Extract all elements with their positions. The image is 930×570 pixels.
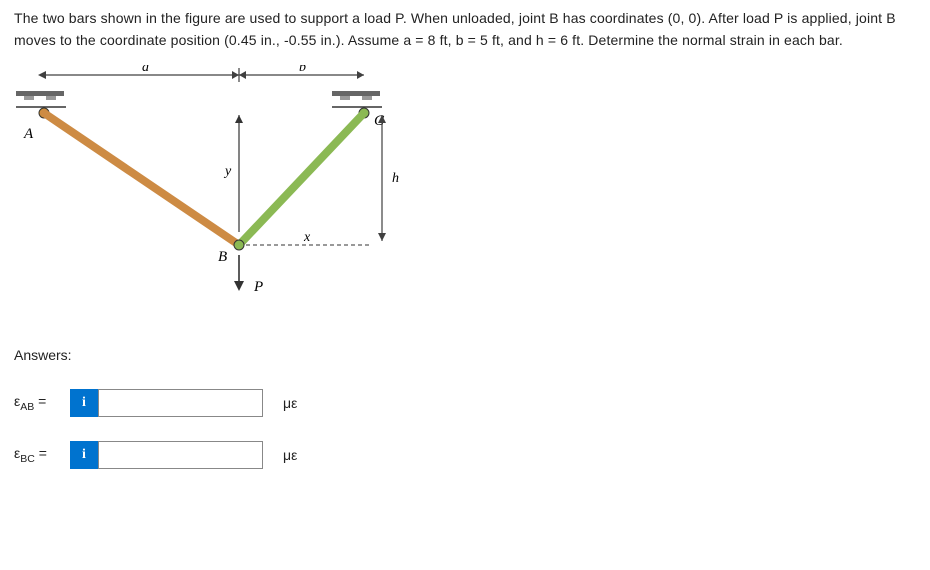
label-P: P [253, 279, 263, 295]
bar-bc [239, 113, 364, 245]
label-b: b [299, 65, 306, 75]
bar-ab [44, 113, 239, 245]
problem-statement: The two bars shown in the figure are use… [14, 8, 916, 51]
label-h: h [392, 171, 399, 186]
unit-bc: με [283, 447, 297, 463]
figure-diagram: a b A C B y [14, 65, 404, 315]
answers-heading: Answers: [14, 347, 916, 363]
label-A: A [23, 126, 34, 142]
answer-label-bc: εBC = [14, 445, 70, 465]
label-a: a [142, 65, 149, 75]
label-y: y [223, 164, 232, 179]
label-x: x [303, 230, 311, 245]
info-icon[interactable]: i [70, 441, 98, 469]
unit-ab: με [283, 395, 297, 411]
label-B: B [218, 249, 227, 265]
answer-row-bc: εBC = i με [14, 441, 916, 469]
answer-label-ab: εAB = [14, 393, 70, 413]
joint-b [234, 240, 244, 250]
input-eab[interactable] [98, 389, 263, 417]
input-ebc[interactable] [98, 441, 263, 469]
answer-row-ab: εAB = i με [14, 389, 916, 417]
info-icon[interactable]: i [70, 389, 98, 417]
